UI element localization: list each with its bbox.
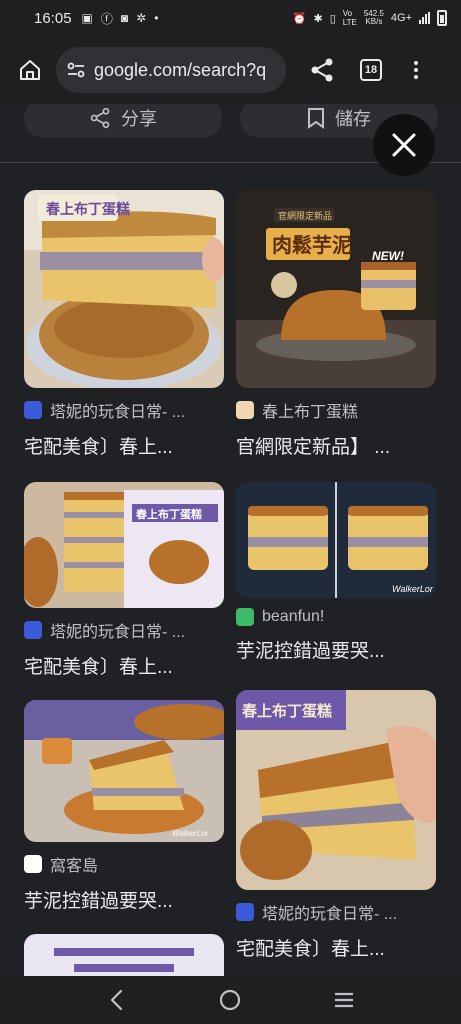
- recents-icon: [335, 992, 354, 1008]
- share-icon: [90, 107, 110, 129]
- site-favicon-icon: [236, 903, 254, 921]
- site-settings-icon[interactable]: [66, 60, 86, 80]
- bluetooth-icon: ✱: [313, 12, 323, 25]
- box-label-text: 春上布丁蛋糕: [45, 201, 130, 217]
- overflow-menu-button[interactable]: [414, 61, 418, 79]
- bookmark-icon: [308, 108, 324, 129]
- poster-top-text: 官網限定新品: [278, 210, 332, 221]
- site-favicon-icon: [24, 401, 42, 419]
- result-source: 春上布丁蛋糕: [236, 398, 436, 422]
- menu-dot: [414, 75, 418, 79]
- partial-thumbnail-image: [24, 934, 224, 976]
- result-thumbnail[interactable]: WalkerLor: [24, 700, 224, 842]
- cake-hand-photo: 春上布丁蛋糕: [236, 690, 436, 890]
- result-thumbnail[interactable]: WalkerLor: [236, 482, 436, 598]
- result-card[interactable]: WalkerLor beanfun! 芋泥控錯過要哭...: [236, 482, 436, 663]
- result-card[interactable]: 春上布丁蛋糕 塔妮的玩食日常- ... 宅配美食〕春上...: [24, 482, 224, 679]
- share-pill-button[interactable]: 分享: [24, 104, 222, 138]
- battery-icon: [437, 10, 447, 26]
- save-pill-label: 儲存: [335, 109, 371, 129]
- network-speed: 542.5 KB/s: [364, 10, 384, 26]
- alarm-icon: ⏰: [292, 12, 307, 25]
- box-label-text: 春上布丁蛋糕: [242, 702, 332, 720]
- result-title[interactable]: 官網限定新品】 ...: [236, 432, 436, 459]
- line-icon: ◙: [120, 11, 129, 25]
- result-card[interactable]: 春上布丁蛋糕 塔妮的玩食日常- ... 宅配美食〕春上...: [236, 690, 436, 961]
- signal-icon: [419, 12, 430, 24]
- cake-box-photo: 春上布丁蛋糕: [24, 482, 224, 608]
- cake-photo: 春上布丁蛋糕: [24, 190, 224, 388]
- facebook-icon: ⓕ: [100, 11, 113, 26]
- share-icon: [311, 58, 333, 82]
- back-icon: [110, 989, 122, 1011]
- status-bar: 16:05 ▣ ⓕ ◙ ✲ • ⏰ ✱ ▯ Vo LTE 542.5 KB/s 4…: [0, 0, 461, 36]
- share-button[interactable]: [304, 52, 340, 88]
- box-label-text: 春上布丁蛋糕: [136, 507, 202, 521]
- source-name: 窩客島: [50, 858, 99, 875]
- image-results: 分享 儲存 春上布丁蛋糕 塔妮的玩食日常- ... 宅配美食〕春上... 官網限…: [0, 104, 461, 976]
- browser-toolbar: google.com/search?q 18: [0, 36, 461, 104]
- result-source: 塔妮的玩食日常- ...: [236, 900, 436, 924]
- site-favicon-icon: [236, 401, 254, 419]
- result-thumbnail[interactable]: [24, 934, 224, 976]
- address-bar[interactable]: google.com/search?q: [56, 47, 286, 93]
- result-title[interactable]: 宅配美食〕春上...: [236, 934, 436, 961]
- result-thumbnail[interactable]: 春上布丁蛋糕: [24, 190, 224, 388]
- status-time: 16:05: [34, 9, 72, 27]
- more-notifications-icon: •: [154, 11, 159, 25]
- result-title[interactable]: 宅配美食〕春上...: [24, 432, 224, 459]
- result-title[interactable]: 宅配美食〕春上...: [24, 652, 224, 679]
- watermark-text: WalkerLor: [392, 584, 434, 594]
- poster-badge-text: NEW!: [372, 249, 404, 263]
- result-card[interactable]: 官網限定新品 肉鬆芋泥 NEW! 春上布丁蛋糕 官網限定新品】 ...: [236, 190, 436, 459]
- network-speed-unit: KB/s: [365, 17, 383, 26]
- cake-plate-photo: WalkerLor: [24, 700, 224, 842]
- result-card[interactable]: [24, 934, 224, 976]
- result-source: 塔妮的玩食日常- ...: [24, 398, 224, 422]
- status-right: ⏰ ✱ ▯ Vo LTE 542.5 KB/s 4G+: [293, 9, 447, 27]
- close-button[interactable]: [373, 114, 435, 176]
- system-nav-bar: [0, 976, 461, 1024]
- cake-slice-collage: WalkerLor: [236, 482, 436, 598]
- result-title[interactable]: 芋泥控錯過要哭...: [236, 636, 436, 663]
- poster-title-text: 肉鬆芋泥: [272, 234, 352, 257]
- recents-button[interactable]: [324, 980, 364, 1020]
- menu-dot: [414, 61, 418, 65]
- home-icon: [20, 60, 40, 80]
- site-favicon-icon: [24, 855, 42, 873]
- url-text: google.com/search?q: [94, 59, 267, 80]
- share-pill-label: 分享: [121, 109, 157, 129]
- source-name: beanfun!: [262, 608, 325, 625]
- result-thumbnail[interactable]: 春上布丁蛋糕: [236, 690, 436, 890]
- notification-icon: ▣: [81, 11, 93, 25]
- home-nav-button[interactable]: [210, 980, 250, 1020]
- result-source: beanfun!: [236, 608, 436, 626]
- result-card[interactable]: 春上布丁蛋糕 塔妮的玩食日常- ... 宅配美食〕春上...: [24, 190, 224, 459]
- watermark-text: WalkerLor: [172, 829, 209, 838]
- result-source: 窩客島: [24, 852, 224, 876]
- home-button[interactable]: [12, 52, 48, 88]
- source-name: 塔妮的玩食日常- ...: [262, 906, 398, 923]
- source-name: 春上布丁蛋糕: [262, 404, 359, 421]
- source-name: 塔妮的玩食日常- ...: [50, 624, 186, 641]
- volte-icon: Vo LTE: [342, 9, 357, 27]
- site-favicon-icon: [236, 608, 254, 626]
- close-icon: [392, 133, 416, 157]
- menu-dot: [414, 68, 418, 72]
- result-title[interactable]: 芋泥控錯過要哭...: [24, 886, 224, 913]
- back-button[interactable]: [97, 980, 137, 1020]
- site-favicon-icon: [24, 621, 42, 639]
- source-name: 塔妮的玩食日常- ...: [50, 404, 186, 421]
- result-source: 塔妮的玩食日常- ...: [24, 618, 224, 642]
- pinwheel-icon: ✲: [136, 11, 147, 25]
- vibrate-icon: ▯: [329, 12, 336, 25]
- result-thumbnail[interactable]: 春上布丁蛋糕: [24, 482, 224, 608]
- home-circle-icon: [220, 989, 241, 1011]
- product-poster: 官網限定新品 肉鬆芋泥 NEW!: [236, 190, 436, 388]
- result-thumbnail[interactable]: 官網限定新品 肉鬆芋泥 NEW!: [236, 190, 436, 388]
- tab-switcher-button[interactable]: 18: [360, 59, 382, 81]
- result-card[interactable]: WalkerLor 窩客島 芋泥控錯過要哭...: [24, 700, 224, 913]
- network-type: 4G+: [390, 12, 412, 24]
